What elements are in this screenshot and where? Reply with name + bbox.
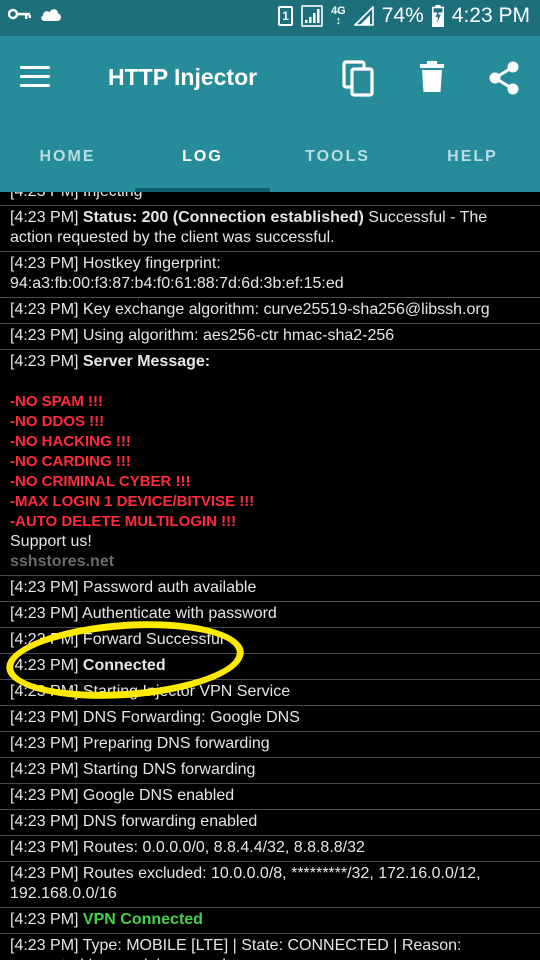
log-entry: [4:23 PM] Routes: 0.0.0.0/0, 8.8.4.4/32,… (0, 836, 540, 862)
log-entry: [4:23 PM] Hostkey fingerprint: 94:a3:fb:… (0, 252, 540, 298)
server-rule: -NO DDOS !!! (10, 413, 105, 430)
network-type: 4G ↕ (331, 5, 346, 27)
clock: 4:23 PM (451, 4, 530, 27)
server-rule: -MAX LOGIN 1 DEVICE/BITVISE !!! (10, 493, 255, 510)
log-entry: [4:23 PM] Authenticate with password (0, 602, 540, 628)
log-entry: [4:23 PM] Using algorithm: aes256-ctr hm… (0, 324, 540, 350)
cloud-icon (40, 6, 62, 22)
log-entry: [4:23 PM] Forward Successful (0, 628, 540, 654)
log-entry: [4:23 PM] DNS forwarding enabled (0, 810, 540, 836)
log-entry: [4:23 PM] DNS Forwarding: Google DNS (0, 706, 540, 732)
app-bar: HTTP Injector (0, 36, 540, 122)
cell-signal-icon (353, 6, 374, 26)
server-rule: -NO CARDING !!! (10, 453, 131, 470)
log-entry: [4:23 PM] Injecting (0, 192, 540, 206)
log-entry: [4:23 PM] Type: MOBILE [LTE] | State: CO… (0, 934, 540, 960)
sim-icon: 1 (278, 6, 294, 26)
log-entry-vpn-connected: [4:23 PM] VPN Connected (0, 908, 540, 934)
tab-home[interactable]: HOME (0, 122, 135, 192)
log-entry: [4:23 PM] Password auth available (0, 576, 540, 602)
battery-percent: 74% (381, 4, 424, 27)
log-entry: [4:23 PM] Status: 200 (Connection establ… (0, 206, 540, 252)
copy-icon[interactable] (342, 60, 378, 98)
log-entry-server-message: [4:23 PM] Server Message: -NO SPAM !!! -… (0, 350, 540, 576)
server-rule: -NO SPAM !!! (10, 393, 104, 410)
status-right-icons: 1 4G ↕ 74% 4:23 PM (278, 4, 530, 28)
log-entry-connected: [4:23 PM] Connected (0, 654, 540, 680)
log-entry: [4:23 PM] Routes excluded: 10.0.0.0/8, *… (0, 862, 540, 908)
server-rule: -AUTO DELETE MULTILOGIN !!! (10, 513, 237, 530)
delete-icon[interactable] (418, 60, 454, 98)
battery-charging-icon (431, 5, 444, 27)
tab-tools[interactable]: TOOLS (270, 122, 405, 192)
server-rule: -NO CRIMINAL CYBER !!! (10, 473, 191, 490)
status-left-icons (8, 6, 62, 22)
app-title: HTTP Injector (108, 64, 258, 90)
share-icon[interactable] (487, 60, 523, 98)
support-text: Support us! (10, 533, 92, 550)
log-list[interactable]: [4:23 PM] Injecting [4:23 PM] Status: 20… (0, 192, 540, 960)
key-icon (8, 7, 32, 21)
log-entry: [4:23 PM] Starting DNS forwarding (0, 758, 540, 784)
tab-help[interactable]: HELP (405, 122, 540, 192)
support-site: sshstores.net (10, 553, 115, 570)
signal-icon (301, 5, 323, 27)
log-entry: [4:23 PM] Preparing DNS forwarding (0, 732, 540, 758)
log-entry: [4:23 PM] Starting Injector VPN Service (0, 680, 540, 706)
log-entry: [4:23 PM] Google DNS enabled (0, 784, 540, 810)
status-bar: 1 4G ↕ 74% 4:23 PM (0, 0, 540, 36)
tab-bar: HOME LOG TOOLS HELP (0, 122, 540, 192)
log-entry: [4:23 PM] Key exchange algorithm: curve2… (0, 298, 540, 324)
menu-icon[interactable] (20, 66, 50, 90)
server-rule: -NO HACKING !!! (10, 433, 131, 450)
tab-log[interactable]: LOG (135, 122, 270, 192)
